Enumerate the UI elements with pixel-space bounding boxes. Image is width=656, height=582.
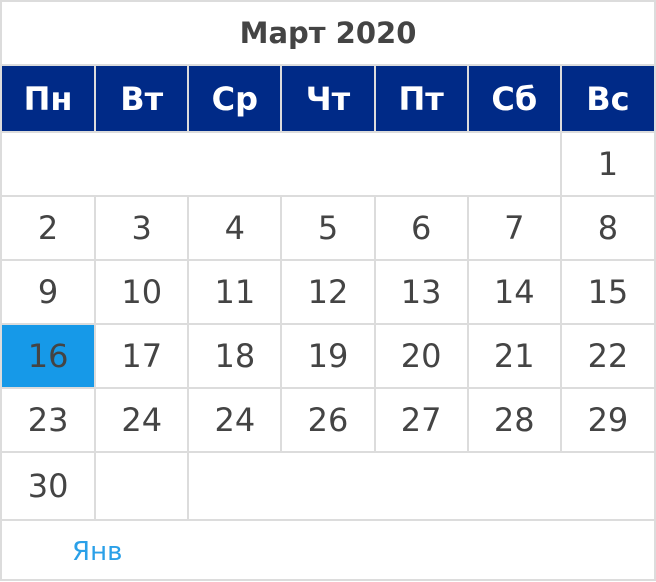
weekday-header: Ср (187, 64, 283, 133)
day-cell[interactable]: 30 (2, 451, 97, 519)
day-cell[interactable]: 5 (280, 195, 376, 261)
day-cell[interactable]: 22 (559, 323, 654, 389)
empty-cell (94, 451, 190, 519)
day-cell[interactable]: 27 (373, 387, 469, 453)
calendar-grid: Пн Вт Ср Чт Пт Сб Вс 1 2 3 4 5 6 7 8 9 10 11 12 13 14 15 16 17… (2, 64, 654, 519)
day-cell[interactable]: 21 (466, 323, 562, 389)
day-cell[interactable]: 17 (94, 323, 190, 389)
week-row: 30 (2, 451, 654, 519)
day-cell[interactable]: 1 (559, 131, 654, 197)
weekday-header: Пн (2, 64, 97, 133)
empty-cell (2, 131, 562, 197)
day-cell[interactable]: 20 (373, 323, 469, 389)
day-cell[interactable]: 23 (2, 387, 97, 453)
empty-cell (187, 451, 654, 519)
month-title[interactable]: Март 2020 (2, 2, 654, 64)
week-row: 9 10 11 12 13 14 15 (2, 259, 654, 325)
week-row: 16 17 18 19 20 21 22 (2, 323, 654, 389)
weekday-header: Вс (559, 64, 654, 133)
day-cell[interactable]: 11 (187, 259, 283, 325)
day-cell[interactable]: 8 (559, 195, 654, 261)
day-cell[interactable]: 14 (466, 259, 562, 325)
day-cell[interactable]: 18 (187, 323, 283, 389)
day-cell[interactable]: 3 (94, 195, 190, 261)
day-cell[interactable]: 7 (466, 195, 562, 261)
day-cell[interactable]: 29 (559, 387, 654, 453)
day-cell[interactable]: 24 (187, 387, 283, 453)
day-cell[interactable]: 4 (187, 195, 283, 261)
day-cell[interactable]: 12 (280, 259, 376, 325)
weekday-header: Пт (373, 64, 469, 133)
day-cell[interactable]: 24 (94, 387, 190, 453)
day-cell[interactable]: 10 (94, 259, 190, 325)
day-cell[interactable]: 2 (2, 195, 97, 261)
calendar: Март 2020 Пн Вт Ср Чт Пт Сб Вс 1 2 3 4 5 6 7 8 9 10 11 12… (0, 0, 656, 581)
day-cell[interactable]: 13 (373, 259, 469, 325)
day-cell[interactable]: 15 (559, 259, 654, 325)
weekday-header: Чт (280, 64, 376, 133)
weekday-header: Вт (94, 64, 190, 133)
footer: Янв (2, 519, 654, 582)
day-cell[interactable]: 19 (280, 323, 376, 389)
day-cell[interactable]: 26 (280, 387, 376, 453)
week-row: 23 24 24 26 27 28 29 (2, 387, 654, 453)
week-row: 2345678 (2, 195, 654, 261)
day-cell[interactable]: 9 (2, 259, 97, 325)
day-cell[interactable]: 28 (466, 387, 562, 453)
day-cell[interactable]: 6 (373, 195, 469, 261)
weekday-header: Сб (466, 64, 562, 133)
previous-month-link[interactable]: Янв (72, 537, 122, 567)
week-row: 1 (2, 131, 654, 197)
selected-day-cell[interactable]: 16 (2, 323, 97, 389)
